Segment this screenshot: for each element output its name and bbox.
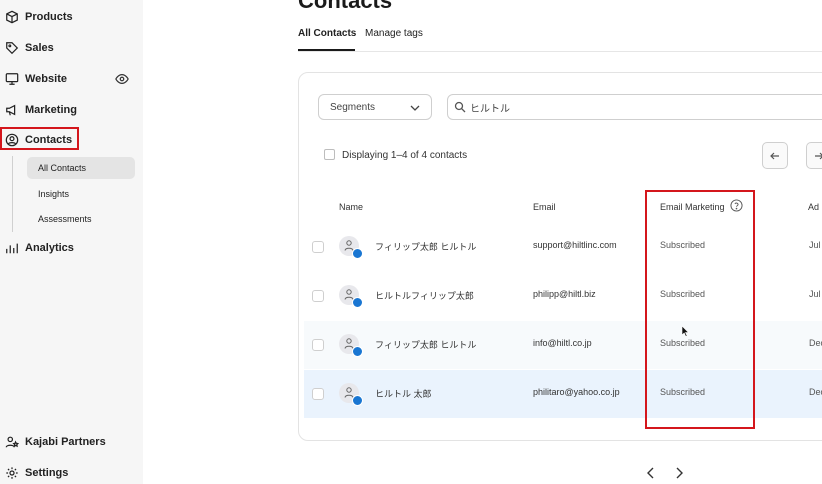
sidebar-item-website[interactable]: Website <box>5 69 67 89</box>
contact-added: Jul <box>809 289 821 299</box>
sidebar-item-label: Analytics <box>25 242 74 254</box>
search-icon <box>454 101 466 113</box>
monitor-icon <box>5 72 19 86</box>
sidebar-item-label: Products <box>25 11 73 23</box>
sidebar-item-marketing[interactable]: Marketing <box>5 100 77 120</box>
contact-added: Dec <box>809 338 822 348</box>
prev-page-chevron-icon[interactable] <box>645 466 657 480</box>
next-page-chevron-icon[interactable] <box>673 466 685 480</box>
contact-name[interactable]: フィリップ太郎 ヒルトル <box>375 240 476 253</box>
subnav-item-all-contacts[interactable]: All Contacts <box>27 157 135 179</box>
contacts-highlight-box <box>0 127 79 150</box>
avatar <box>339 334 363 357</box>
segments-dropdown[interactable]: Segments <box>318 94 432 120</box>
arrow-right-icon <box>815 152 822 159</box>
avatar <box>339 236 363 259</box>
contact-name[interactable]: ヒルトル 太郎 <box>375 387 432 400</box>
contact-email: support@hiltlinc.com <box>533 240 617 250</box>
column-header-email[interactable]: Email <box>533 202 556 212</box>
contact-name[interactable]: フィリップ太郎 ヒルトル <box>375 338 476 351</box>
prev-page-button[interactable] <box>762 142 788 169</box>
tab-active-indicator <box>298 49 355 51</box>
verified-check-icon <box>352 346 363 357</box>
sidebar-item-label: Website <box>25 73 67 85</box>
contact-name[interactable]: ヒルトルフィリップ太郎 <box>375 289 474 302</box>
chevron-down-icon <box>410 105 420 111</box>
sidebar: Products Sales Website Marketing Contact… <box>0 0 143 484</box>
verified-check-icon <box>352 395 363 406</box>
eye-icon[interactable] <box>115 72 129 86</box>
sidebar-item-settings[interactable]: Settings <box>5 463 68 483</box>
partners-icon <box>5 435 19 449</box>
contact-added: Dec <box>809 387 822 397</box>
mouse-cursor-icon <box>682 326 690 337</box>
sidebar-item-label: Sales <box>25 42 54 54</box>
row-checkbox[interactable] <box>312 388 324 400</box>
subnav-line <box>12 156 13 232</box>
box-icon <box>5 10 19 24</box>
column-header-name[interactable]: Name <box>339 202 363 212</box>
avatar <box>339 383 363 406</box>
search-input[interactable]: ヒルトル <box>447 94 822 120</box>
sidebar-item-label: Kajabi Partners <box>25 436 106 448</box>
row-checkbox[interactable] <box>312 290 324 302</box>
page-title: Contacts <box>298 0 393 13</box>
select-all-checkbox[interactable] <box>324 149 335 160</box>
tab-manage-tags[interactable]: Manage tags <box>365 28 423 39</box>
sidebar-item-sales[interactable]: Sales <box>5 38 54 58</box>
column-header-added[interactable]: Ad <box>808 202 819 212</box>
row-checkbox[interactable] <box>312 241 324 253</box>
contact-email: philitaro@yahoo.co.jp <box>533 387 620 397</box>
verified-check-icon <box>352 248 363 259</box>
sidebar-item-kajabi-partners[interactable]: Kajabi Partners <box>5 432 106 452</box>
sidebar-item-analytics[interactable]: Analytics <box>5 238 74 258</box>
tab-divider <box>298 51 822 52</box>
segments-label: Segments <box>330 101 376 113</box>
contact-email: info@hiltl.co.jp <box>533 338 592 348</box>
subnav-item-assessments[interactable]: Assessments <box>27 208 135 230</box>
verified-check-icon <box>352 297 363 308</box>
contact-email: philipp@hiltl.biz <box>533 289 596 299</box>
email-marketing-highlight-box <box>645 190 755 429</box>
bar-chart-icon <box>5 241 19 255</box>
next-page-button[interactable] <box>806 142 822 169</box>
avatar <box>339 285 363 308</box>
tag-icon <box>5 41 19 55</box>
megaphone-icon <box>5 103 19 117</box>
tab-all-contacts[interactable]: All Contacts <box>298 28 356 39</box>
displaying-count: Displaying 1–4 of 4 contacts <box>342 150 468 161</box>
sidebar-item-label: Marketing <box>25 104 77 116</box>
contact-added: Jul <box>809 240 821 250</box>
arrow-left-icon <box>770 152 779 159</box>
search-value: ヒルトル <box>470 103 510 115</box>
row-checkbox[interactable] <box>312 339 324 351</box>
gear-icon <box>5 466 19 480</box>
sidebar-item-label: Settings <box>25 467 69 479</box>
sidebar-item-products[interactable]: Products <box>5 7 73 27</box>
subnav-item-insights[interactable]: Insights <box>27 183 135 205</box>
